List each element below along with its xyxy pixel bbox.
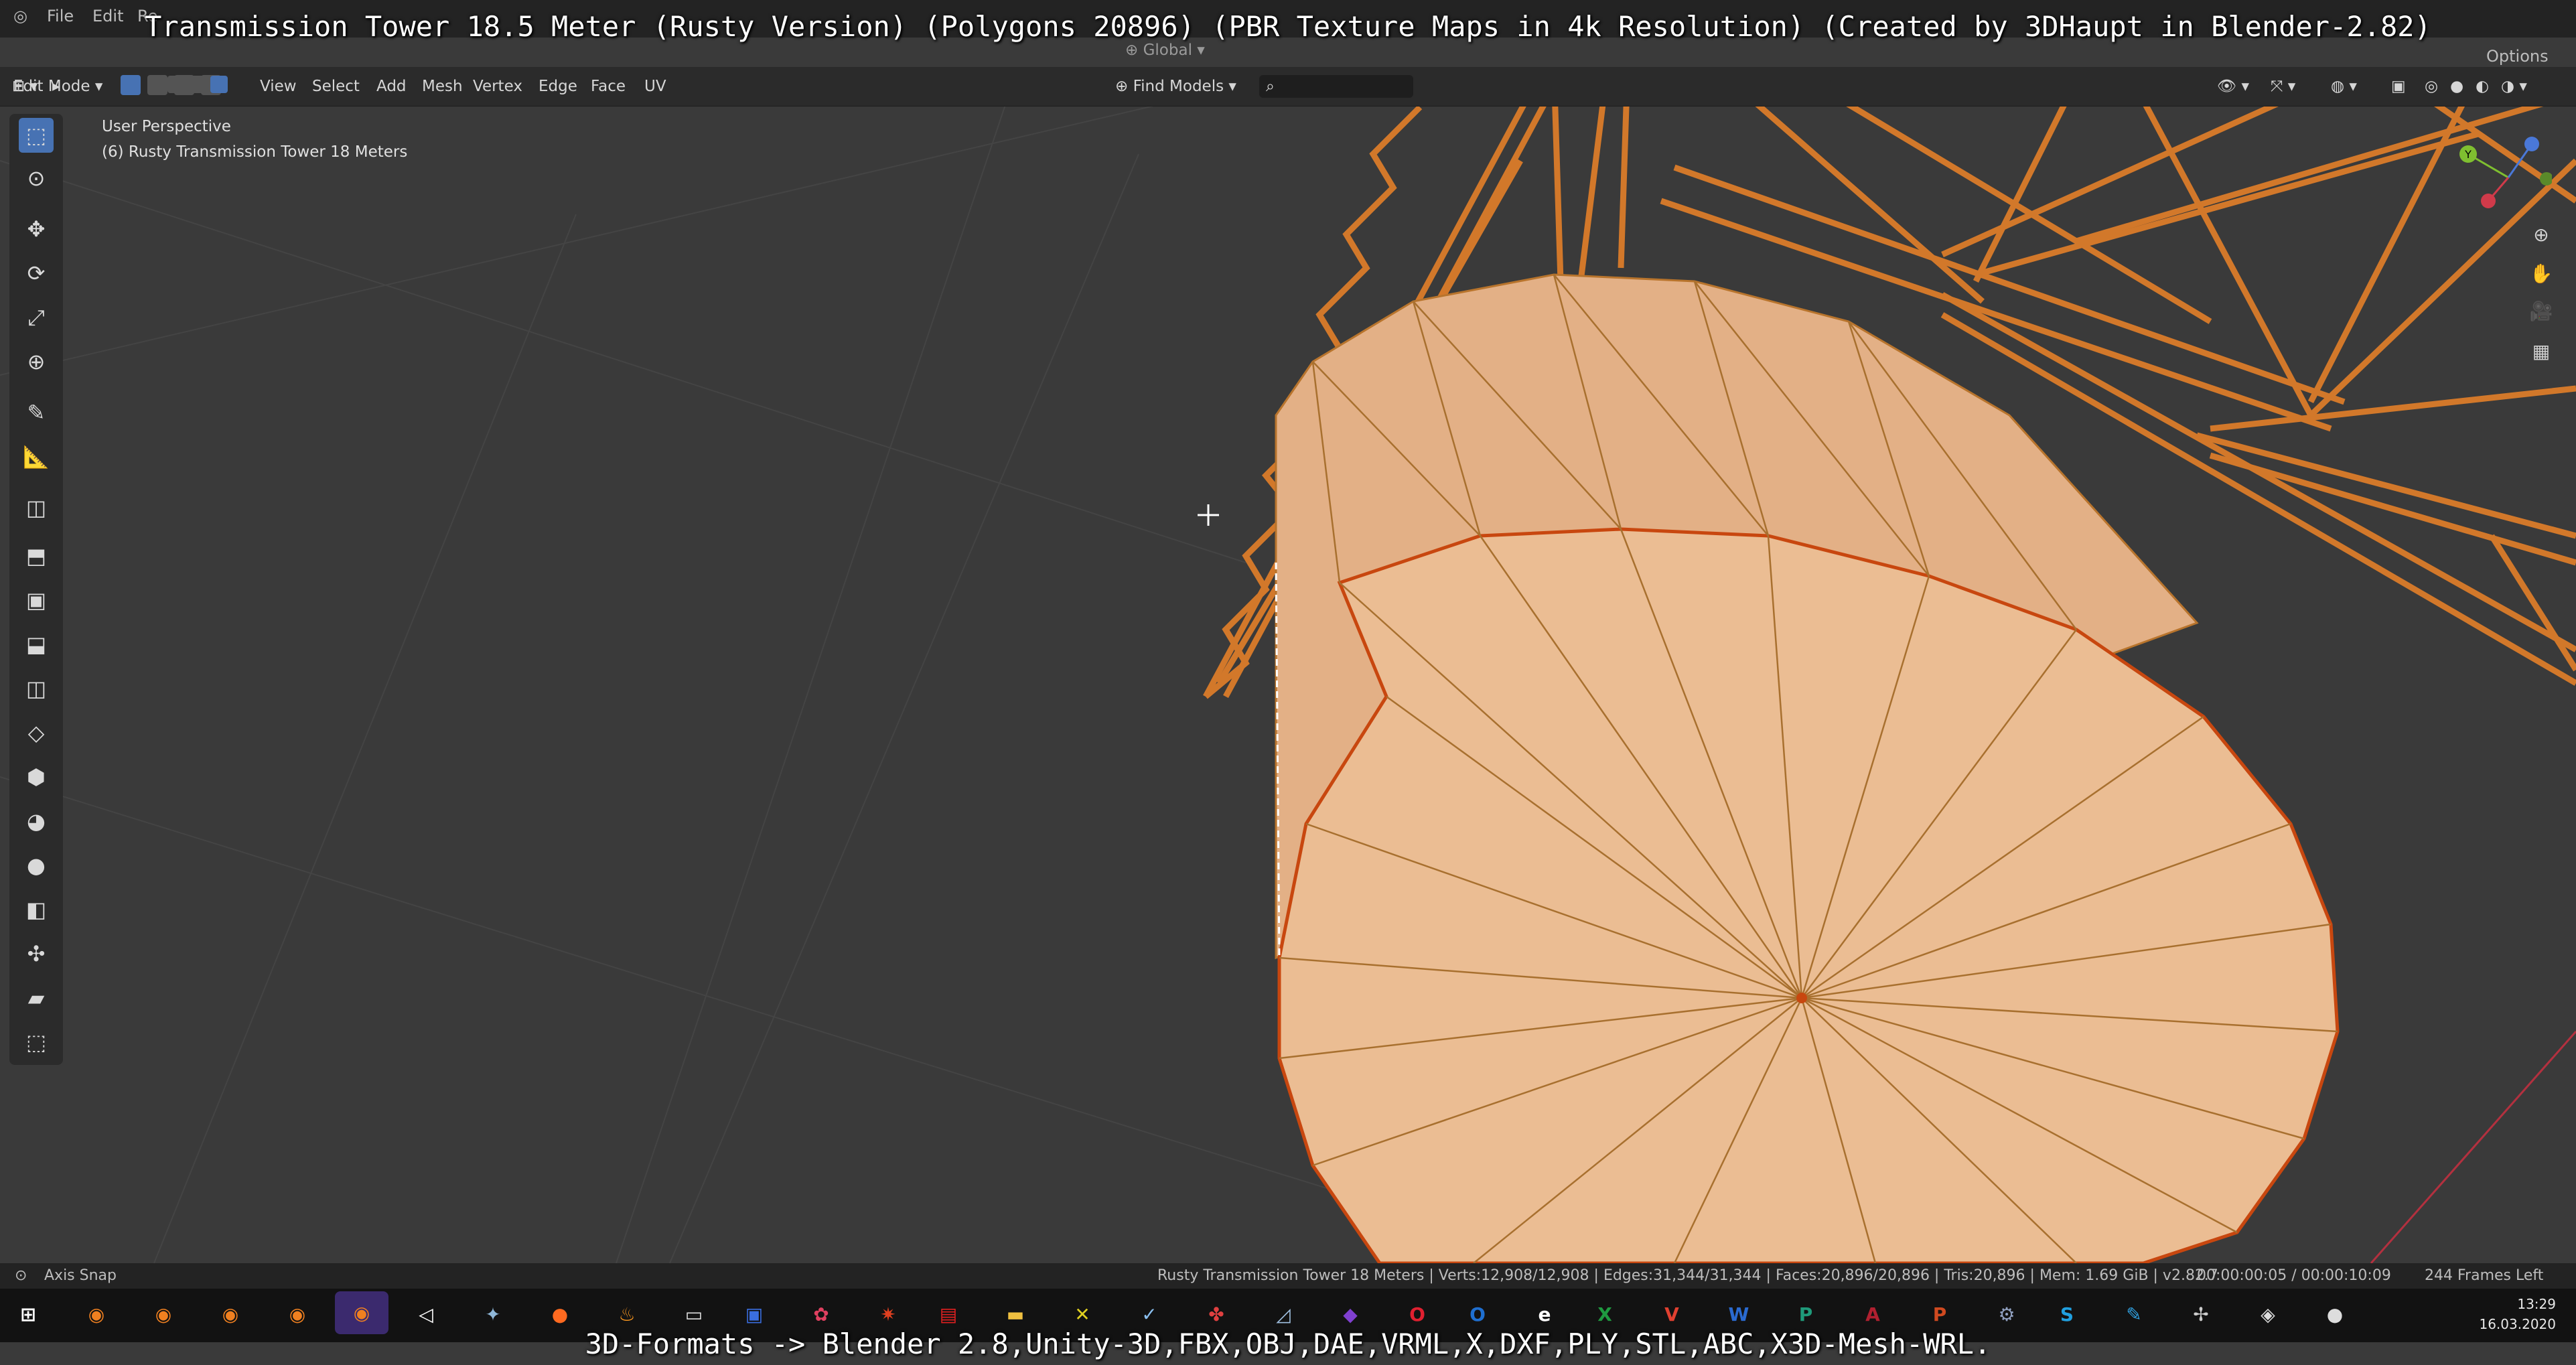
menu-face[interactable]: Face bbox=[591, 75, 626, 98]
shading-rendered-icon[interactable]: ◑ ▾ bbox=[2501, 75, 2527, 98]
face-select-icon[interactable] bbox=[210, 76, 228, 93]
tool-shelf: ⬚ ⊙ ✥ ⟳ ⤢ ⊕ ✎ 📐 ◫ ⬒ ▣ ⬓ ◫ ◇ ⬢ ◕ ● ◧ ✣ ▰ … bbox=[9, 114, 63, 1065]
find-models-dropdown[interactable]: ⊕ Find Models ▾ bbox=[1115, 75, 1236, 98]
vertex-select-icon[interactable] bbox=[167, 76, 185, 93]
menu-select[interactable]: Select bbox=[312, 75, 360, 98]
formats-overlay: 3D-Formats -> Blender 2.8,Unity-3D,FBX,O… bbox=[585, 1327, 1991, 1360]
camera-view-icon[interactable]: 🎥 bbox=[2525, 295, 2557, 327]
viewport-header: ⊞ ▾ ▸ Edit Mode ▾ View Select Add Mesh V… bbox=[0, 67, 2576, 106]
menu-mesh[interactable]: Mesh bbox=[422, 75, 463, 98]
viewport-grid bbox=[0, 67, 1340, 1263]
visibility-icon[interactable]: 👁 ▾ bbox=[2217, 75, 2249, 98]
shading-wireframe-icon[interactable]: ◎ bbox=[2425, 75, 2438, 98]
select-box-icon[interactable]: ⬚ bbox=[19, 118, 54, 153]
ortho-grid-icon[interactable]: ▦ bbox=[2525, 335, 2557, 367]
shading-solid-icon[interactable]: ● bbox=[2450, 75, 2463, 98]
shading-material-icon[interactable]: ◐ bbox=[2476, 75, 2489, 98]
video-title-overlay: Transmission Tower 18.5 Meter (Rusty Ver… bbox=[145, 10, 2431, 43]
scale-icon[interactable]: ⤢ bbox=[19, 300, 54, 335]
loop-cut-icon[interactable]: ◫ bbox=[19, 671, 54, 706]
xray-icon[interactable]: ▣ bbox=[2391, 75, 2406, 98]
inset-icon[interactable]: ▣ bbox=[19, 583, 54, 618]
bevel-icon[interactable]: ⬓ bbox=[19, 627, 54, 662]
shear-icon[interactable]: ▰ bbox=[19, 981, 54, 1015]
annotate-icon[interactable]: ✎ bbox=[19, 395, 54, 430]
shrink-icon[interactable]: ✣ bbox=[19, 936, 54, 971]
cylinder-mesh bbox=[1275, 273, 2340, 1263]
pan-hand-icon[interactable]: ✋ bbox=[2525, 257, 2557, 289]
menu-add[interactable]: Add bbox=[376, 75, 407, 98]
viewport-canvas[interactable] bbox=[0, 67, 2576, 1263]
select-extend-icon[interactable] bbox=[147, 75, 167, 95]
edge-slide-icon[interactable]: ◧ bbox=[19, 892, 54, 927]
status-bar: ⊙ Axis Snap Rusty Transmission Tower 18 … bbox=[0, 1263, 2576, 1289]
menu-edge[interactable]: Edge bbox=[539, 75, 577, 98]
axis-snap-icon: ⊙ bbox=[15, 1267, 27, 1284]
scene-stats: Rusty Transmission Tower 18 Meters | Ver… bbox=[1157, 1267, 2218, 1284]
menu-uv[interactable]: UV bbox=[644, 75, 666, 98]
transform-orientation-dropdown[interactable]: ⊕ Global ▾ bbox=[1125, 42, 1205, 59]
clock-time: 13:29 bbox=[2517, 1296, 2556, 1312]
zoom-icon[interactable]: ⊕ bbox=[2525, 218, 2557, 250]
extrude-icon[interactable]: ⬒ bbox=[19, 538, 54, 573]
select-new-icon[interactable] bbox=[121, 75, 141, 95]
add-cube-icon[interactable]: ◫ bbox=[19, 490, 54, 525]
transform-icon[interactable]: ⊕ bbox=[19, 344, 54, 379]
perspective-label: User Perspective bbox=[102, 118, 231, 135]
frames-left: 244 Frames Left bbox=[2425, 1267, 2544, 1284]
object-label: (6) Rusty Transmission Tower 18 Meters bbox=[102, 143, 408, 161]
menu-view[interactable]: View bbox=[260, 75, 297, 98]
overlays-icon[interactable]: ◍ ▾ bbox=[2331, 75, 2357, 98]
menu-vertex[interactable]: Vertex bbox=[473, 75, 522, 98]
rip-icon[interactable]: ⬚ bbox=[19, 1025, 54, 1060]
status-hint: Axis Snap bbox=[44, 1267, 117, 1284]
edge-select-icon[interactable] bbox=[189, 76, 206, 93]
poly-build-icon[interactable]: ⬢ bbox=[19, 760, 54, 794]
smooth-icon[interactable]: ● bbox=[19, 848, 54, 883]
timecode: 00:00:00:05 / 00:00:10:09 bbox=[2197, 1267, 2391, 1284]
viewport-info: User Perspective (6) Rusty Transmission … bbox=[102, 114, 407, 165]
gizmo-y-label: Y bbox=[2464, 148, 2472, 161]
search-input[interactable]: ⌕ bbox=[1259, 75, 1413, 98]
mode-selector[interactable]: Edit Mode ▾ bbox=[13, 75, 102, 98]
gizmo-neg-y-axis[interactable] bbox=[2540, 172, 2552, 186]
spin-icon[interactable]: ◕ bbox=[19, 804, 54, 839]
gizmo-z-axis[interactable] bbox=[2524, 137, 2539, 151]
move-icon[interactable]: ✥ bbox=[19, 212, 54, 246]
measure-icon[interactable]: 📐 bbox=[19, 439, 54, 474]
rotate-icon[interactable]: ⟳ bbox=[19, 256, 54, 291]
gizmo-x-axis[interactable] bbox=[2481, 194, 2496, 208]
3d-cursor-icon bbox=[1198, 504, 1219, 526]
knife-icon[interactable]: ◇ bbox=[19, 715, 54, 750]
navigation-gizmo[interactable]: Y bbox=[2438, 131, 2552, 218]
cursor-icon[interactable]: ⊙ bbox=[19, 161, 54, 196]
gizmo-toggle-icon[interactable]: ⤧ ▾ bbox=[2271, 75, 2295, 98]
